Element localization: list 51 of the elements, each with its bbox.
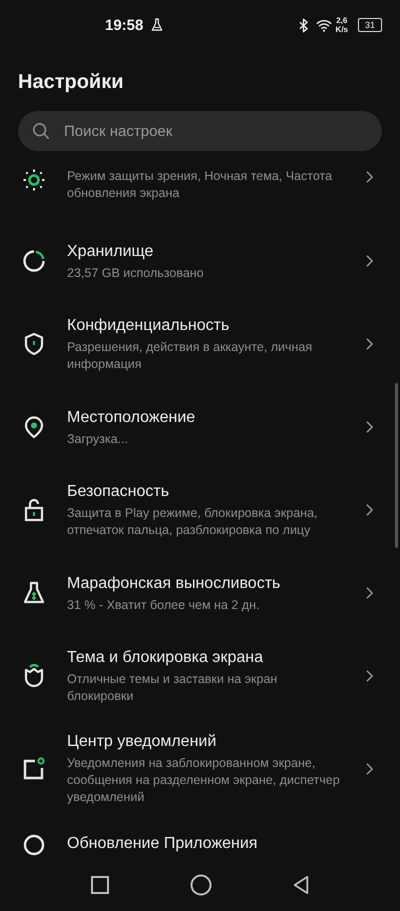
item-subtitle: 31 % - Хватит более чем на 2 дн. [67,596,260,614]
chevron-icon [365,170,374,184]
sun-ring-icon [22,168,46,192]
search-icon [32,122,50,140]
settings-item[interactable]: Обновление Приложения [0,819,400,857]
bluetooth-icon [298,18,308,32]
item-title: Марафонская выносливость [67,574,282,594]
item-title: Хранилище [67,242,154,262]
recents-button[interactable] [88,873,112,897]
battery-indicator: 31 [358,18,382,32]
notification-square-icon [22,756,46,780]
settings-item[interactable]: Тема и блокировка экрана Отличные темы и заставки на экран блокировки [0,634,400,718]
wifi-icon [316,18,332,32]
item-subtitle: Разрешения, действия в аккаунте, личная информация [67,339,314,373]
search-field[interactable]: Поиск настроек [18,111,382,151]
storage-ring-icon [22,249,46,273]
clock-time: 19:58 [105,16,144,34]
home-button[interactable] [188,872,214,898]
settings-item[interactable]: Хранилище 23,57 GB использовано [0,220,400,302]
chevron-icon [365,254,374,268]
item-title: Тема и блокировка экрана [67,648,264,668]
circle-icon [22,833,46,857]
item-title: Конфиденциальность [67,316,230,336]
chevron-icon [365,586,374,600]
chevron-icon [365,420,374,434]
item-subtitle: Защита в Play режиме, блокировка экрана, отпечаток пальца, разблокировка по лицу [67,505,319,539]
settings-item[interactable]: Безопасность Защита в Play режиме, блокировка экрана, отпечаток пальца, разблокировка по лицу [0,468,400,552]
page-title: Настройки [18,70,125,94]
settings-item[interactable]: Режим защиты зрения, Ночная тема, Частота обновления экрана [0,160,400,220]
settings-item[interactable]: Конфиденциальность Разрешения, действия в аккаунте, личная информация [0,302,400,386]
item-subtitle: Отличные темы и заставки на экран блокировки [67,671,278,705]
flask-icon [151,18,164,32]
chevron-icon [365,337,374,351]
item-subtitle: 23,57 GB использовано [67,264,205,282]
flask-icon [22,581,46,605]
item-subtitle: Уведомления на заблокированном экране, сообщения на разделенном экране, диспетчер уведомлений [67,755,341,806]
settings-item[interactable]: Местоположение Загрузка... [0,386,400,468]
chevron-icon [365,762,374,776]
network-speed: 2,6 [336,16,348,25]
search-input[interactable]: Поиск настроек [64,122,368,140]
item-title: Местоположение [67,408,196,428]
item-title: Обновление Приложения [67,834,258,854]
chevron-icon [365,503,374,517]
item-title: Центр уведомлений [67,732,218,752]
settings-item[interactable]: Центр уведомлений Уведомления на заблокированном экране, сообщения на разделенном экране, диспетчер уведомлений [0,718,400,819]
item-title: Безопасность [67,482,170,502]
item-subtitle: Загрузка... [67,430,129,448]
speed-unit: K/s [336,25,348,34]
settings-item[interactable]: Марафонская выносливость 31 % - Хватит более чем на 2 дн. [0,552,400,634]
item-subtitle: Режим защиты зрения, Ночная тема, Частота обновления экрана [67,168,334,202]
chevron-icon [365,669,374,683]
